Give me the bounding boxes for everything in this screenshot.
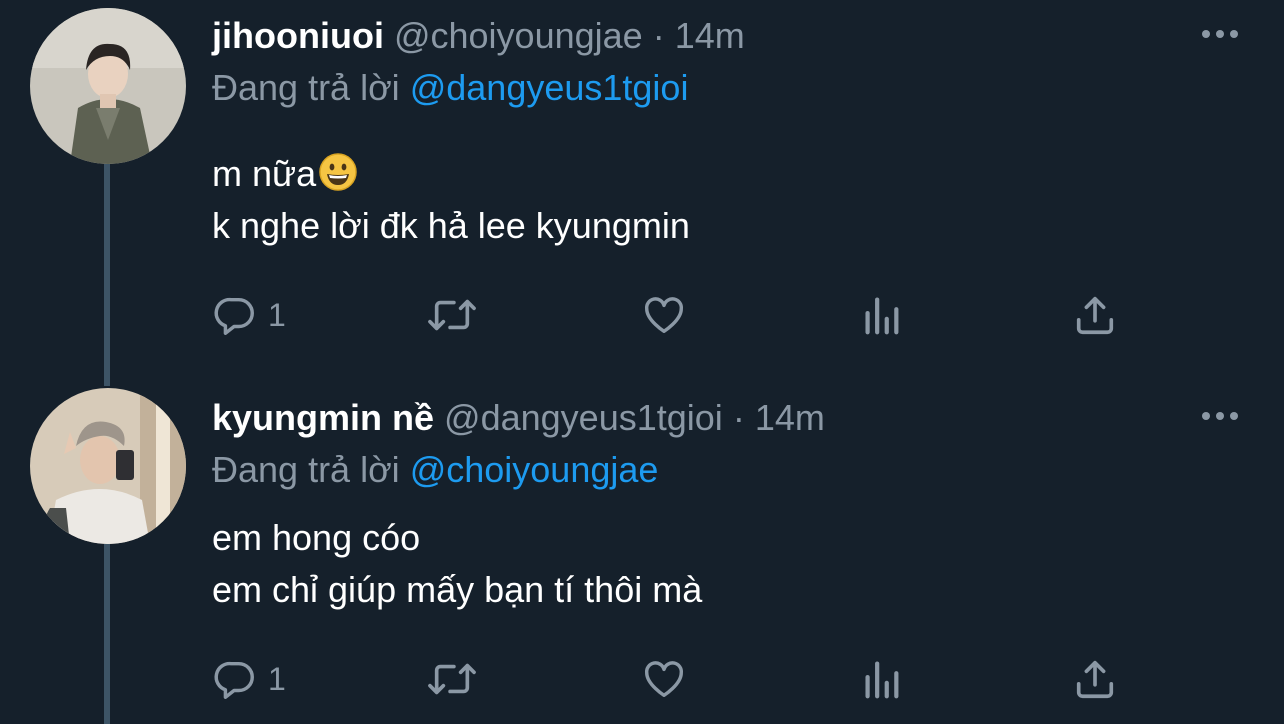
retweet-button[interactable] [424,290,480,340]
reply-count: 1 [268,660,286,697]
display-name[interactable]: kyungmin nề [212,397,434,438]
replying-label: Đang trả lời [212,449,400,490]
separator-dot: · [652,15,665,56]
tweet-body: em hong cóo em chỉ giúp mấy bạn tí thôi … [212,512,702,616]
tweet-actions: 1 [212,290,1132,340]
avatar[interactable] [30,388,186,544]
tweet-text-line: em hong cóo [212,517,421,558]
reply-icon [214,297,254,335]
tweet[interactable]: jihooniuoi @choiyoungjae · 14m Đang trả … [0,0,1284,380]
analytics-button[interactable] [860,654,902,704]
tweet-actions: 1 [212,654,1132,704]
tweet[interactable]: kyungmin nề @dangyeus1tgioi · 14m Đang t… [0,382,1284,724]
tweet-text-line: em chỉ giúp mấy bạn tí thôi mà [212,569,703,610]
reply-button[interactable]: 1 [212,290,286,340]
retweet-icon [428,663,476,695]
like-button[interactable] [640,290,688,340]
retweet-icon [428,299,476,331]
analytics-icon [865,297,899,335]
share-icon [1076,296,1114,335]
tweet-header: jihooniuoi @choiyoungjae · 14m [212,14,745,58]
reply-icon [214,661,254,699]
more-dots-icon[interactable] [1200,24,1240,44]
separator-dot: · [732,397,745,438]
timestamp[interactable]: 14m [755,397,825,438]
avatar[interactable] [30,8,186,164]
tweet-text-line: k nghe lời đk hả lee kyungmin [212,205,690,246]
replying-to: Đang trả lời @choiyoungjae [212,448,658,492]
timestamp[interactable]: 14m [675,15,745,56]
more-dots-icon[interactable] [1200,406,1240,426]
heart-icon [645,661,683,698]
user-handle[interactable]: @choiyoungjae [394,15,643,56]
heart-icon [645,297,683,334]
analytics-icon [865,661,899,699]
user-handle[interactable]: @dangyeus1tgioi [444,397,723,438]
like-button[interactable] [640,654,688,704]
tweet-text-line: m nữa [212,153,317,194]
replying-label: Đang trả lời [212,67,400,108]
share-icon [1076,660,1114,699]
replying-mention[interactable]: @dangyeus1tgioi [410,67,689,108]
share-button[interactable] [1072,654,1118,704]
reply-count: 1 [268,296,286,333]
tweet-header: kyungmin nề @dangyeus1tgioi · 14m [212,396,825,440]
reply-button[interactable]: 1 [212,654,286,704]
retweet-button[interactable] [424,654,480,704]
replying-to: Đang trả lời @dangyeus1tgioi [212,66,688,110]
replying-mention[interactable]: @choiyoungjae [410,449,659,490]
grinning-face-emoji [318,152,358,192]
share-button[interactable] [1072,290,1118,340]
analytics-button[interactable] [860,290,902,340]
tweet-body: m nữa k nghe lời đk hả lee kyungmin [212,148,690,252]
display-name[interactable]: jihooniuoi [212,15,384,56]
